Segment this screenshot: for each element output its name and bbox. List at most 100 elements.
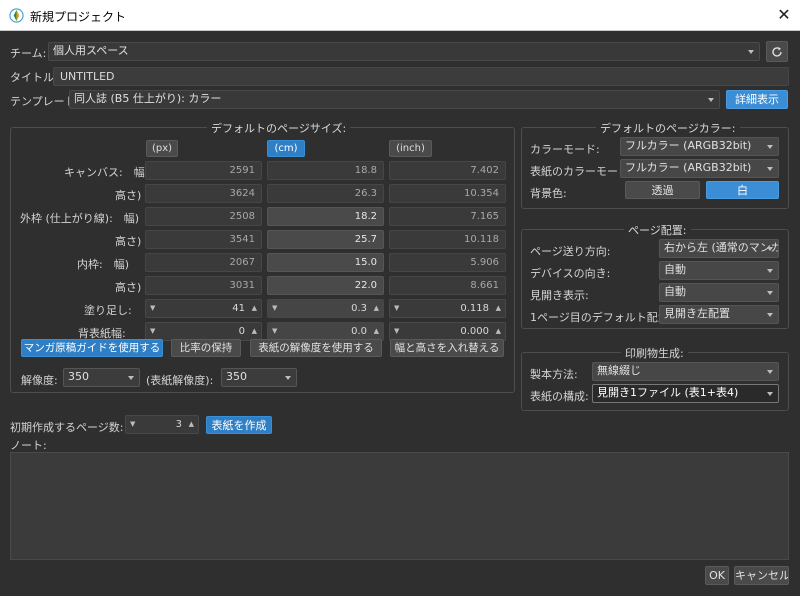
- initial-pages-label: 初期作成するページ数:: [10, 421, 124, 434]
- cover-resolution-dropdown[interactable]: 350: [221, 368, 297, 387]
- refresh-icon: [772, 47, 782, 57]
- spine-px-value: 0: [238, 326, 245, 337]
- close-icon[interactable]: ✕: [774, 5, 794, 25]
- color-mode-label: カラーモード:: [530, 143, 600, 156]
- first-page-dropdown[interactable]: 見開き左配置: [659, 305, 779, 324]
- page-direction-label: ページ送り方向:: [530, 245, 611, 258]
- increment-icon[interactable]: ▲: [496, 323, 501, 340]
- keep-ratio-button[interactable]: 比率の保持: [171, 339, 241, 357]
- color-mode-dropdown[interactable]: フルカラー (ARGB32bit): [620, 137, 779, 156]
- increment-icon[interactable]: ▲: [189, 416, 194, 433]
- canvas-height-inch[interactable]: 10.354: [389, 184, 506, 203]
- team-label: チーム:: [10, 47, 47, 60]
- inner-width-px[interactable]: 2067: [145, 253, 262, 272]
- trim-height-label: 高さ): [115, 235, 142, 248]
- bg-transparent-button[interactable]: 透過: [625, 181, 700, 199]
- team-dropdown[interactable]: 個人用スペース: [48, 42, 760, 61]
- unit-px-button[interactable]: (px): [146, 140, 178, 157]
- trim-height-inch[interactable]: 10.118: [389, 230, 506, 249]
- inner-height-cm[interactable]: 22.0: [267, 276, 384, 295]
- note-textarea[interactable]: [10, 452, 789, 560]
- canvas-height-label: 高さ): [115, 189, 142, 202]
- trim-height-px[interactable]: 3541: [145, 230, 262, 249]
- binding-label: 製本方法:: [530, 368, 578, 381]
- bleed-inch-value: 0.118: [460, 303, 489, 314]
- inner-width-inch[interactable]: 5.906: [389, 253, 506, 272]
- detail-button[interactable]: 詳細表示: [726, 90, 788, 109]
- bg-color-label: 背景色:: [530, 187, 567, 200]
- trim-width-inch[interactable]: 7.165: [389, 207, 506, 226]
- manga-guide-button[interactable]: マンガ原稿ガイドを使用する: [21, 339, 163, 357]
- use-cover-resolution-button[interactable]: 表紙の解像度を使用する: [250, 339, 382, 357]
- inner-height-px[interactable]: 3031: [145, 276, 262, 295]
- bg-white-button[interactable]: 白: [706, 181, 779, 199]
- initial-pages-stepper[interactable]: ▼ 3 ▲: [125, 415, 199, 434]
- page-size-legend: デフォルトのページサイズ:: [207, 120, 351, 136]
- swap-dimensions-button[interactable]: 幅と高さを入れ替える: [390, 339, 504, 357]
- page-direction-dropdown[interactable]: 右から左 (通常のマンガ: [659, 239, 779, 258]
- trim-width-px[interactable]: 2508: [145, 207, 262, 226]
- spine-cm-value: 0.0: [351, 326, 367, 337]
- unit-cm-button[interactable]: (cm): [267, 140, 305, 157]
- increment-icon[interactable]: ▲: [252, 300, 257, 317]
- bleed-px-value: 41: [232, 303, 245, 314]
- title-input[interactable]: UNTITLED: [53, 67, 789, 86]
- inner-width-cm[interactable]: 15.0: [267, 253, 384, 272]
- note-label: ノート:: [10, 439, 47, 452]
- resolution-dropdown[interactable]: 350: [63, 368, 140, 387]
- bleed-cm-stepper[interactable]: ▼ 0.3 ▲: [267, 299, 384, 318]
- page-color-legend: デフォルトのページカラー:: [596, 120, 740, 136]
- unit-inch-button[interactable]: (inch): [389, 140, 432, 157]
- cancel-button[interactable]: キャンセル: [734, 566, 789, 585]
- trim-width-cm[interactable]: 18.2: [267, 207, 384, 226]
- inner-height-inch[interactable]: 8.661: [389, 276, 506, 295]
- device-orientation-label: デバイスの向き:: [530, 267, 611, 280]
- window-title: 新規プロジェクト: [30, 10, 127, 24]
- bleed-px-stepper[interactable]: ▼ 41 ▲: [145, 299, 262, 318]
- decrement-icon[interactable]: ▼: [272, 323, 277, 340]
- title-label: タイトル:: [10, 71, 58, 84]
- bleed-cm-value: 0.3: [351, 303, 367, 314]
- template-dropdown[interactable]: 同人誌 (B5 仕上がり): カラー: [69, 90, 720, 109]
- resolution-label: 解像度:: [21, 374, 58, 387]
- bleed-inch-stepper[interactable]: ▼ 0.118 ▲: [389, 299, 506, 318]
- canvas-width-inch[interactable]: 7.402: [389, 161, 506, 180]
- initial-pages-value: 3: [175, 419, 182, 430]
- increment-icon[interactable]: ▲: [374, 300, 379, 317]
- canvas-height-cm[interactable]: 26.3: [267, 184, 384, 203]
- cover-structure-dropdown[interactable]: 見開き1ファイル (表1+表4): [592, 384, 779, 403]
- device-orientation-dropdown[interactable]: 自動: [659, 261, 779, 280]
- title-bar: 新規プロジェクト ✕: [0, 0, 800, 31]
- decrement-icon[interactable]: ▼: [394, 300, 399, 317]
- create-cover-button[interactable]: 表紙を作成: [206, 416, 272, 434]
- inner-width-label: 内枠: 幅): [77, 258, 129, 271]
- increment-icon[interactable]: ▲: [374, 323, 379, 340]
- cover-color-mode-dropdown[interactable]: フルカラー (ARGB32bit): [620, 159, 779, 178]
- spread-view-dropdown[interactable]: 自動: [659, 283, 779, 302]
- app-logo-icon: [9, 8, 24, 23]
- decrement-icon[interactable]: ▼: [394, 323, 399, 340]
- canvas-width-cm[interactable]: 18.8: [267, 161, 384, 180]
- ok-button[interactable]: OK: [705, 566, 729, 585]
- decrement-icon[interactable]: ▼: [272, 300, 277, 317]
- spine-inch-value: 0.000: [460, 326, 489, 337]
- trim-height-cm[interactable]: 25.7: [267, 230, 384, 249]
- decrement-icon[interactable]: ▼: [130, 416, 135, 433]
- binding-dropdown[interactable]: 無線綴じ: [592, 362, 779, 381]
- inner-height-label: 高さ): [115, 281, 142, 294]
- print-legend: 印刷物生成:: [621, 345, 688, 361]
- increment-icon[interactable]: ▲: [252, 323, 257, 340]
- refresh-button[interactable]: [766, 41, 788, 62]
- bleed-label: 塗り足し:: [84, 304, 132, 317]
- dialog-body: チーム: 個人用スペース タイトル: UNTITLED テンプレート: 同人誌 …: [0, 31, 800, 596]
- decrement-icon[interactable]: ▼: [150, 323, 155, 340]
- decrement-icon[interactable]: ▼: [150, 300, 155, 317]
- increment-icon[interactable]: ▲: [496, 300, 501, 317]
- canvas-height-px[interactable]: 3624: [145, 184, 262, 203]
- cover-structure-label: 表紙の構成:: [530, 390, 589, 403]
- canvas-width-label: キャンバス: 幅): [64, 166, 149, 179]
- canvas-width-px[interactable]: 2591: [145, 161, 262, 180]
- trim-width-label: 外枠 (仕上がり線): 幅): [20, 212, 140, 225]
- spread-view-label: 見開き表示:: [530, 289, 589, 302]
- page-layout-legend: ページ配置:: [624, 222, 691, 238]
